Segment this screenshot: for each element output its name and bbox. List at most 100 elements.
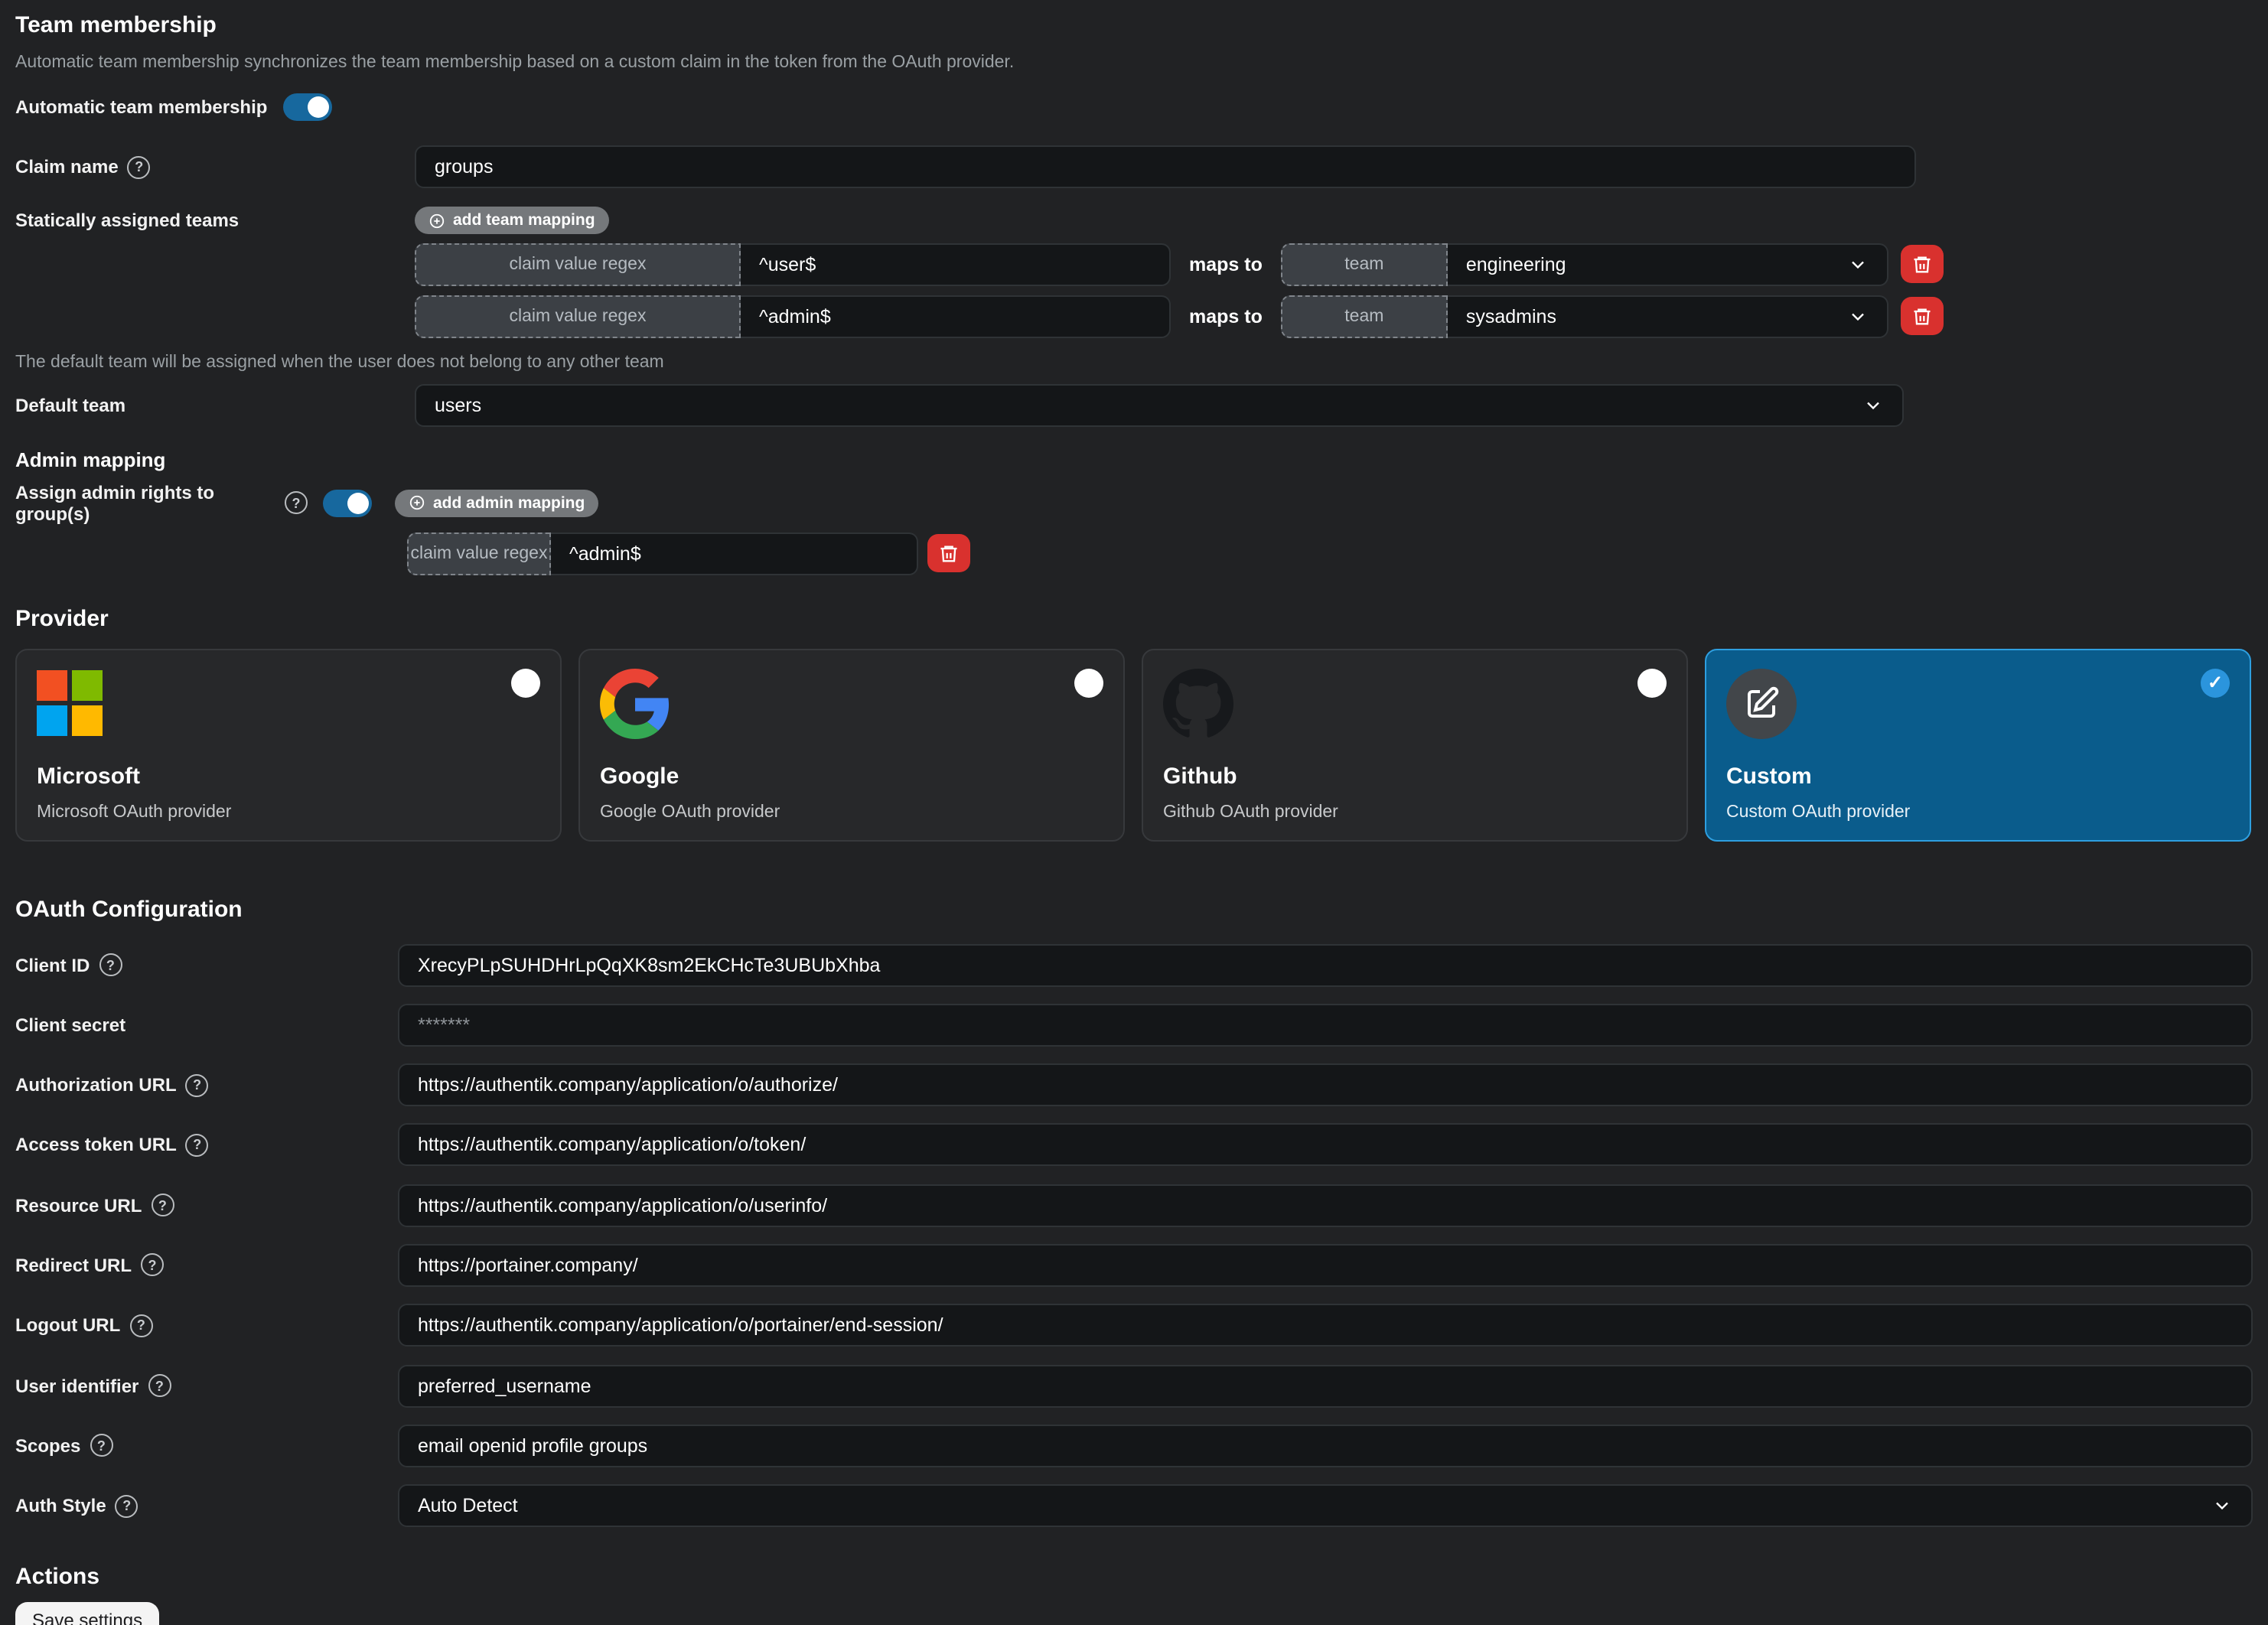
help-icon[interactable]: ?	[128, 155, 151, 178]
logout-url-label: Logout URL	[15, 1315, 120, 1337]
automatic-team-membership-toggle[interactable]	[282, 93, 331, 121]
auth-style-label: Auth Style	[15, 1495, 106, 1516]
statically-assigned-teams-label: Statically assigned teams	[15, 210, 239, 231]
section-title-oauth-configuration: OAuth Configuration	[15, 896, 2253, 922]
chevron-down-icon	[1862, 394, 1884, 415]
selected-check-icon: ✓	[2201, 668, 2230, 697]
provider-card-microsoft[interactable]: Microsoft Microsoft OAuth provider	[15, 648, 562, 841]
chevron-down-icon	[1847, 305, 1869, 327]
trash-icon	[1911, 253, 1933, 275]
help-icon[interactable]: ?	[116, 1494, 138, 1517]
team-select[interactable]: sysadmins	[1448, 295, 1888, 337]
help-icon[interactable]: ?	[186, 1073, 209, 1096]
authorization-url-input[interactable]: https://authentik.company/application/o/…	[398, 1063, 2253, 1106]
client-secret-label: Client secret	[15, 1014, 125, 1036]
access-token-url-label: Access token URL	[15, 1135, 177, 1156]
claim-name-input[interactable]: groups	[415, 145, 1916, 188]
delete-admin-mapping-button[interactable]	[927, 534, 970, 572]
provider-card-description: Google OAuth provider	[600, 803, 1103, 821]
scopes-input[interactable]: email openid profile groups	[398, 1425, 2253, 1467]
claim-value-regex-prefix: claim value regex	[415, 295, 741, 337]
provider-card-title: Google	[600, 763, 1103, 789]
claim-value-regex-input[interactable]: ^admin$	[741, 295, 1171, 337]
user-identifier-input[interactable]: preferred_username	[398, 1364, 2253, 1407]
help-icon[interactable]: ?	[186, 1134, 209, 1157]
resource-url-input[interactable]: https://authentik.company/application/o/…	[398, 1184, 2253, 1226]
maps-to-label: maps to	[1189, 305, 1263, 327]
help-icon[interactable]: ?	[90, 1434, 112, 1457]
claim-value-regex-input[interactable]: ^user$	[741, 243, 1171, 285]
user-identifier-label: User identifier	[15, 1375, 138, 1396]
resource-url-label: Resource URL	[15, 1194, 142, 1216]
claim-name-label: Claim name	[15, 156, 119, 177]
trash-icon	[938, 542, 960, 564]
circle-plus-icon	[409, 494, 425, 511]
claim-value-regex-prefix: claim value regex	[415, 243, 741, 285]
help-icon[interactable]: ?	[99, 953, 122, 976]
team-mapping-row: claim value regex ^user$ maps to team en…	[415, 243, 1944, 285]
toggle-knob	[347, 492, 369, 513]
default-team-label: Default team	[15, 394, 125, 415]
default-team-select[interactable]: users	[415, 383, 1904, 426]
client-id-input[interactable]: XrecyPLpSUHDHrLpQqXK8sm2EkCHcTe3UBUbXhba	[398, 943, 2253, 986]
delete-team-mapping-button[interactable]	[1901, 245, 1944, 283]
team-mapping-row: claim value regex ^admin$ maps to team s…	[415, 295, 1944, 337]
save-settings-button[interactable]: Save settings	[15, 1602, 159, 1625]
access-token-url-input[interactable]: https://authentik.company/application/o/…	[398, 1124, 2253, 1167]
team-prefix: team	[1281, 243, 1448, 285]
provider-card-description: Microsoft OAuth provider	[37, 803, 540, 821]
chevron-down-icon	[1847, 253, 1869, 275]
chevron-down-icon	[2211, 1495, 2233, 1516]
claim-value-regex-prefix: claim value regex	[407, 532, 551, 575]
provider-radio[interactable]	[511, 668, 540, 697]
team-select[interactable]: engineering	[1448, 243, 1888, 285]
add-admin-mapping-button[interactable]: add admin mapping	[395, 489, 598, 516]
authorization-url-label: Authorization URL	[15, 1074, 177, 1096]
google-logo-icon	[600, 668, 1103, 738]
logout-url-input[interactable]: https://authentik.company/application/o/…	[398, 1304, 2253, 1347]
trash-icon	[1911, 305, 1933, 327]
provider-card-google[interactable]: Google Google OAuth provider	[578, 648, 1125, 841]
redirect-url-input[interactable]: https://portainer.company/	[398, 1244, 2253, 1287]
oauth-settings-page: Team membership Automatic team membershi…	[0, 0, 2268, 1625]
microsoft-logo-icon	[37, 668, 540, 738]
assign-admin-rights-toggle[interactable]	[323, 489, 372, 516]
toggle-knob	[307, 96, 328, 118]
provider-radio[interactable]	[1637, 668, 1667, 697]
team-membership-description: Automatic team membership synchronizes t…	[15, 54, 2253, 72]
automatic-team-membership-label: Automatic team membership	[15, 96, 267, 118]
help-icon[interactable]: ?	[141, 1254, 164, 1277]
help-icon[interactable]: ?	[129, 1314, 152, 1337]
section-title-team-membership: Team membership	[15, 0, 2253, 38]
admin-claim-regex-input[interactable]: ^admin$	[551, 532, 918, 575]
provider-card-custom[interactable]: ✓ Custom Custom OAuth provider	[1705, 648, 2251, 841]
provider-card-title: Microsoft	[37, 763, 540, 789]
provider-card-description: Github OAuth provider	[1163, 803, 1667, 821]
provider-card-github[interactable]: Github Github OAuth provider	[1142, 648, 1688, 841]
client-secret-input[interactable]: *******	[398, 1004, 2253, 1047]
default-team-note: The default team will be assigned when t…	[15, 353, 2253, 371]
help-icon[interactable]: ?	[285, 491, 308, 514]
admin-mapping-row: claim value regex ^admin$	[15, 532, 2253, 575]
provider-card-title: Custom	[1726, 763, 2230, 789]
client-id-label: Client ID	[15, 954, 90, 975]
team-prefix: team	[1281, 295, 1448, 337]
section-title-actions: Actions	[15, 1564, 2253, 1590]
maps-to-label: maps to	[1189, 253, 1263, 275]
custom-edit-icon	[1726, 668, 1797, 738]
add-team-mapping-button[interactable]: add team mapping	[415, 207, 609, 234]
delete-team-mapping-button[interactable]	[1901, 297, 1944, 335]
circle-plus-icon	[429, 212, 445, 229]
auth-style-select[interactable]: Auto Detect	[398, 1484, 2253, 1527]
provider-card-title: Github	[1163, 763, 1667, 789]
help-icon[interactable]: ?	[148, 1374, 171, 1397]
provider-radio[interactable]	[1074, 668, 1103, 697]
assign-admin-rights-label: Assign admin rights to group(s)	[15, 481, 275, 524]
section-title-admin-mapping: Admin mapping	[15, 448, 2253, 471]
section-title-provider: Provider	[15, 605, 2253, 631]
scopes-label: Scopes	[15, 1435, 80, 1457]
help-icon[interactable]: ?	[151, 1194, 174, 1216]
redirect-url-label: Redirect URL	[15, 1255, 132, 1276]
github-logo-icon	[1163, 668, 1667, 738]
provider-card-description: Custom OAuth provider	[1726, 803, 2230, 821]
